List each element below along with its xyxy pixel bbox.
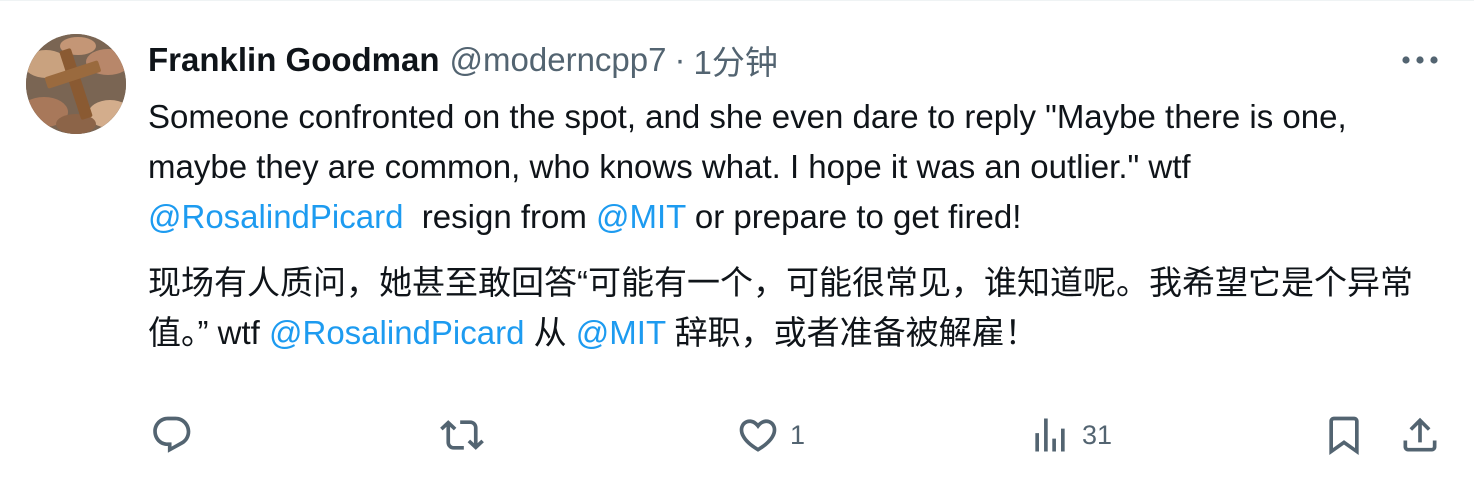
tweet-action-bar: 1 31: [0, 405, 1474, 465]
tweet-paragraph-chinese: 现场有人质问，她甚至敢回答“可能有一个，可能很常见，谁知道呢。我希望它是个异常值…: [148, 258, 1448, 358]
mention-link[interactable]: @RosalindPicard: [148, 198, 403, 235]
bookmark-icon: [1329, 416, 1359, 456]
mention-link[interactable]: @MIT: [576, 314, 666, 351]
reply-button[interactable]: [150, 411, 194, 459]
tweet-text: Someone confronted on the spot, and she …: [148, 92, 1448, 358]
bookmark-button[interactable]: [1322, 411, 1366, 459]
text-segment: resign from: [403, 198, 597, 235]
text-segment: 辞职，或者准备被解雇！: [665, 314, 1038, 351]
header-separator: ·: [674, 41, 686, 78]
views-bar-chart-icon: [1035, 418, 1065, 452]
tweet-timestamp[interactable]: 1分钟: [693, 36, 777, 84]
author-display-name[interactable]: Franklin Goodman: [148, 41, 440, 79]
text-segment: or prepare to get fired!: [685, 198, 1022, 235]
views-button[interactable]: 31: [1028, 411, 1112, 459]
text-segment: Someone confronted on the spot, and she …: [148, 98, 1347, 185]
retweet-icon: [440, 420, 484, 450]
views-count: 31: [1082, 419, 1113, 450]
author-handle[interactable]: @moderncpp7: [450, 41, 667, 79]
like-button[interactable]: 1: [736, 411, 805, 459]
text-segment: 从: [524, 314, 576, 351]
mention-link[interactable]: @MIT: [596, 198, 686, 235]
tweet-top-border: [0, 0, 1474, 1]
tweet-header: Franklin Goodman @moderncpp7 · 1分钟: [148, 38, 778, 82]
tweet-paragraph-english: Someone confronted on the spot, and she …: [148, 92, 1448, 242]
share-button[interactable]: [1398, 411, 1442, 459]
reply-icon: [153, 416, 191, 453]
more-options-button[interactable]: [1398, 46, 1442, 74]
avatar-image: [26, 34, 126, 134]
more-dots-icon: [1402, 56, 1438, 64]
share-icon: [1403, 417, 1437, 452]
mention-link[interactable]: @RosalindPicard: [269, 314, 524, 351]
avatar[interactable]: [26, 34, 126, 134]
like-count: 1: [790, 419, 806, 450]
retweet-button[interactable]: [440, 411, 484, 459]
heart-icon: [739, 419, 777, 452]
